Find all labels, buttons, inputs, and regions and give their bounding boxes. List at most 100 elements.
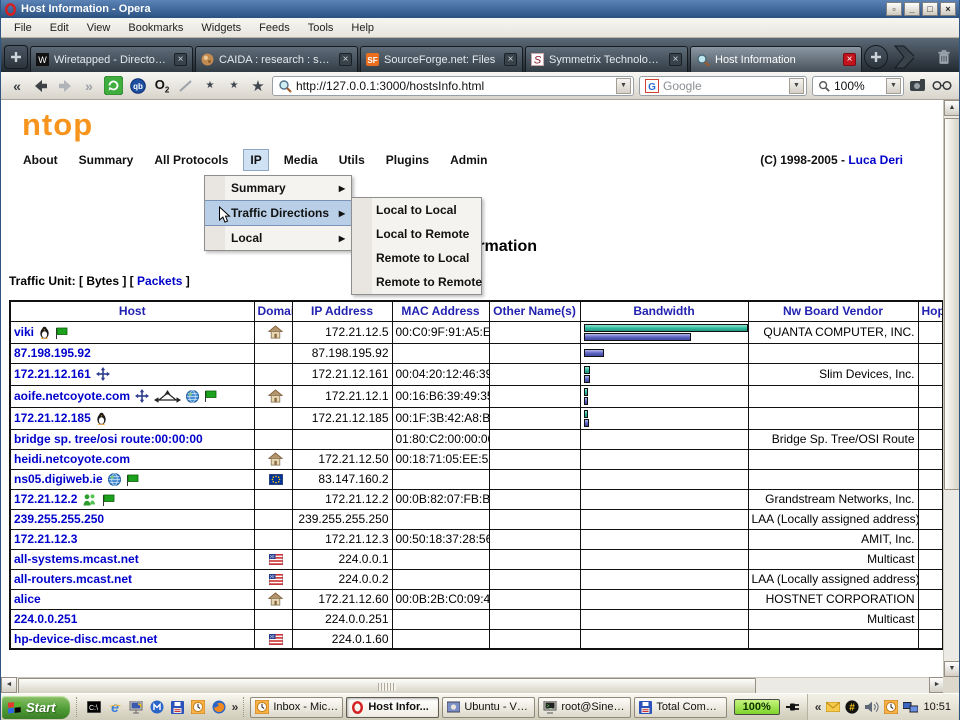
scroll-left-button[interactable]: ◄	[1, 677, 17, 693]
tab-menu-chevron-icon[interactable]	[890, 45, 914, 69]
host-link[interactable]: all-routers.mcast.net	[14, 572, 132, 586]
nav-ip[interactable]: IP	[243, 149, 268, 171]
host-link[interactable]: 239.255.255.250	[14, 512, 104, 526]
restore-button[interactable]: □	[922, 2, 938, 16]
address-input[interactable]: http://127.0.0.1:3000/hostsInfo.html	[296, 79, 612, 93]
host-link[interactable]: 224.0.0.251	[14, 612, 77, 626]
task-inbox-micr[interactable]: Inbox - Micr...	[250, 697, 343, 718]
menu-bookmarks[interactable]: Bookmarks	[119, 19, 192, 37]
host-link[interactable]: 87.198.195.92	[14, 346, 91, 360]
menu-view[interactable]: View	[78, 19, 120, 37]
column-header-hops[interactable]: Hops	[918, 301, 943, 321]
star-big-button[interactable]: ★	[249, 75, 267, 97]
zoom-dropdown-button[interactable]: ▼	[886, 78, 901, 94]
new-tab-button[interactable]	[4, 45, 28, 69]
host-link[interactable]: 172.21.12.185	[14, 411, 91, 425]
fastforward-button[interactable]: »	[80, 75, 98, 97]
menu-widgets[interactable]: Widgets	[192, 19, 250, 37]
minimize-button[interactable]: _	[904, 2, 920, 16]
pin-button[interactable]: ▫	[886, 2, 902, 16]
menu-help[interactable]: Help	[342, 19, 383, 37]
back-button[interactable]	[32, 75, 50, 97]
column-header-domain[interactable]: Domain	[254, 301, 292, 321]
tab-symmetrix-technologies[interactable]: SSymmetrix Technologies...×	[525, 46, 688, 72]
add-tab-button[interactable]	[864, 45, 888, 69]
host-link[interactable]: 172.21.12.3	[14, 532, 77, 546]
vertical-scrollbar[interactable]: ▲ ▼	[943, 100, 959, 677]
submenu-item-local-to-remote[interactable]: Local to Remote	[352, 222, 481, 246]
menu-file[interactable]: File	[5, 19, 41, 37]
task-ubuntu-vm[interactable]: Ubuntu - VM...	[442, 697, 535, 718]
horizontal-scrollbar[interactable]: ◄ ►	[1, 677, 945, 693]
nav-admin[interactable]: Admin	[444, 149, 493, 171]
close-button[interactable]: ×	[940, 2, 956, 16]
search-box[interactable]: G Google ▼	[639, 76, 807, 96]
column-header-host[interactable]: Host	[10, 301, 254, 321]
start-button[interactable]: Start	[2, 696, 70, 719]
star-small-2-button[interactable]: ★	[225, 75, 243, 97]
cmd-icon[interactable]: C:\	[87, 701, 101, 713]
task-total-comm[interactable]: Total Comm...	[634, 697, 727, 718]
horizontal-scroll-thumb[interactable]	[18, 678, 756, 694]
scroll-up-button[interactable]: ▲	[944, 100, 960, 116]
forward-button[interactable]	[56, 75, 74, 97]
tab-host-information[interactable]: Host Information×	[690, 46, 862, 72]
reload-button[interactable]	[104, 75, 123, 97]
traffic-unit-link[interactable]: Packets	[137, 274, 182, 288]
clock-icon[interactable]	[191, 700, 205, 714]
tray-envelope-icon[interactable]	[826, 702, 840, 712]
tray-hash-icon[interactable]: #	[845, 700, 859, 714]
nav-summary[interactable]: Summary	[73, 149, 140, 171]
menu-tools[interactable]: Tools	[299, 19, 343, 37]
tray-network-icon[interactable]	[903, 701, 918, 714]
host-link[interactable]: ns05.digiweb.ie	[14, 472, 103, 486]
host-link[interactable]: hp-device-disc.mcast.net	[14, 632, 157, 646]
host-link[interactable]: viki	[14, 325, 34, 339]
quick-launch-overflow-button[interactable]: »	[230, 700, 241, 714]
floppy-icon[interactable]	[171, 701, 184, 714]
menu-edit[interactable]: Edit	[41, 19, 78, 37]
vertical-scroll-thumb[interactable]	[944, 118, 960, 490]
pencil-button[interactable]	[177, 75, 195, 97]
menu-feeds[interactable]: Feeds	[250, 19, 299, 37]
column-header-mac-address[interactable]: MAC Address	[392, 301, 489, 321]
address-dropdown-button[interactable]: ▼	[616, 78, 631, 94]
tab-caida-research-secu[interactable]: CAIDA : research : secu...×	[195, 46, 358, 72]
qb-button[interactable]: qb	[129, 75, 147, 97]
close-icon[interactable]: ×	[174, 53, 187, 66]
close-icon[interactable]: ×	[669, 53, 682, 66]
submenu-item-local-to-local[interactable]: Local to Local	[352, 198, 481, 222]
column-header-other-name-s[interactable]: Other Name(s)	[489, 301, 580, 321]
msn-icon[interactable]	[150, 700, 164, 714]
search-dropdown-button[interactable]: ▼	[789, 78, 804, 94]
host-link[interactable]: aoife.netcoyote.com	[14, 389, 130, 403]
nav-plugins[interactable]: Plugins	[380, 149, 435, 171]
nav-media[interactable]: Media	[278, 149, 324, 171]
tray-speaker-icon[interactable]	[864, 701, 879, 713]
tab-wiretapped-directory-i[interactable]: WWiretapped - Directory I...×	[30, 46, 193, 72]
close-icon[interactable]: ×	[504, 53, 517, 66]
submenu-item-remote-to-remote[interactable]: Remote to Remote	[352, 270, 481, 294]
trash-icon[interactable]	[932, 45, 956, 69]
zoom-box[interactable]: 100% ▼	[812, 76, 904, 96]
host-link[interactable]: all-systems.mcast.net	[14, 552, 139, 566]
host-link[interactable]: alice	[14, 592, 41, 606]
host-link[interactable]: 172.21.12.161	[14, 367, 91, 381]
host-link[interactable]: 172.21.12.2	[14, 492, 77, 506]
host-link[interactable]: bridge sp. tree/osi route:00:00:00	[14, 432, 203, 446]
camera-icon[interactable]	[909, 75, 927, 97]
search-input[interactable]: Google	[663, 79, 785, 93]
task-host-infor[interactable]: Host Infor...	[346, 697, 439, 718]
column-header-ip-address[interactable]: IP Address	[292, 301, 392, 321]
rewind-button[interactable]: «	[8, 75, 26, 97]
menu-item-summary[interactable]: Summary▶	[205, 176, 351, 200]
tab-sourceforge-net-files[interactable]: SFSourceForge.net: Files×	[360, 46, 523, 72]
nav-all-protocols[interactable]: All Protocols	[148, 149, 234, 171]
column-header-bandwidth[interactable]: Bandwidth	[580, 301, 748, 321]
remote-desktop-icon[interactable]	[129, 701, 143, 714]
submenu-item-remote-to-local[interactable]: Remote to Local	[352, 246, 481, 270]
address-bar[interactable]: http://127.0.0.1:3000/hostsInfo.html ▼	[272, 76, 634, 96]
nav-utils[interactable]: Utils	[333, 149, 371, 171]
scroll-down-button[interactable]: ▼	[944, 661, 960, 677]
ie-icon[interactable]: e	[108, 700, 122, 714]
